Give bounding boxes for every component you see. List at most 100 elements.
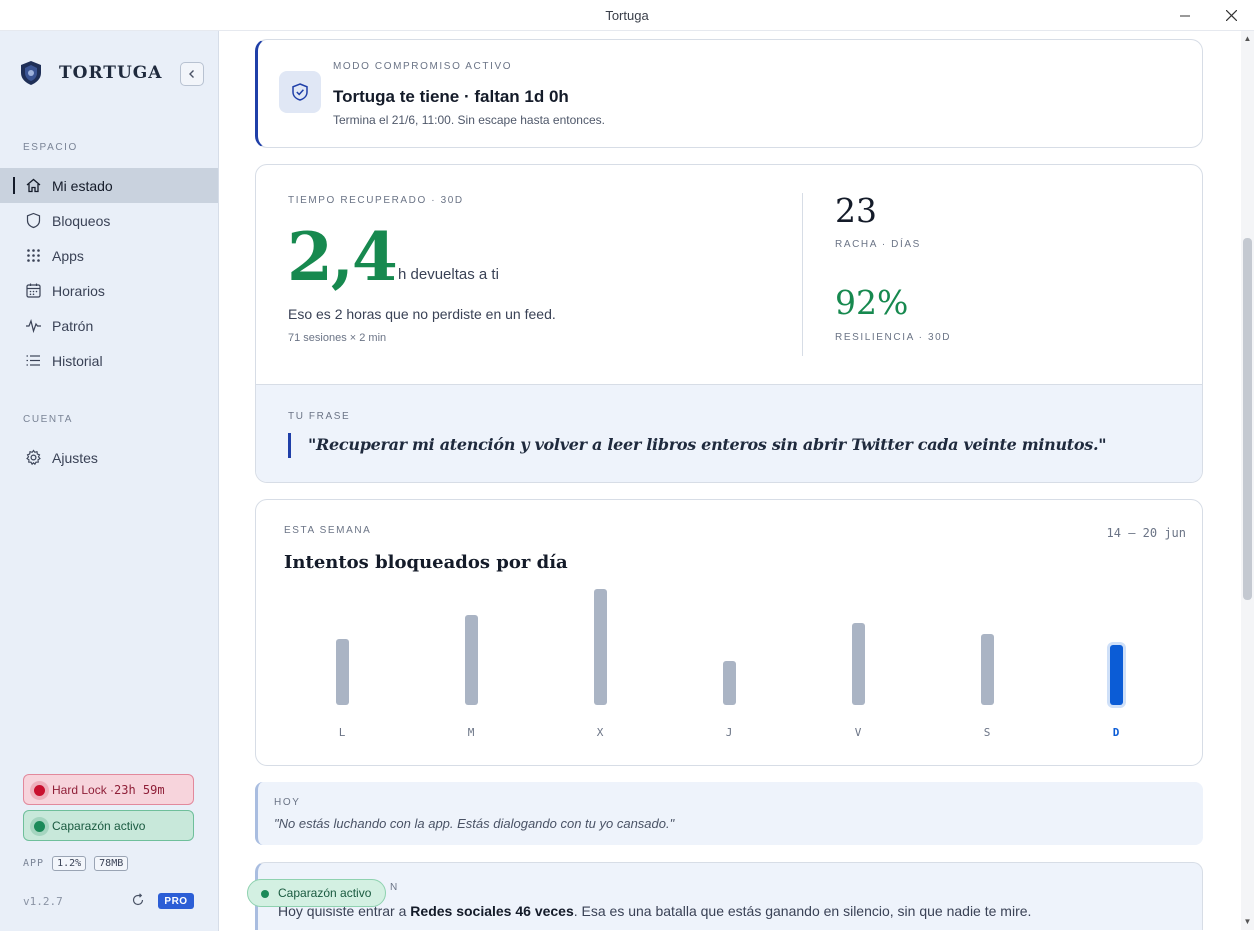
chart-bar-d[interactable]: [1109, 645, 1123, 705]
sidebar-item-mi-estado[interactable]: Mi estado: [0, 168, 218, 203]
lock-status-dot-icon: [34, 785, 45, 796]
commitment-title: Tortuga te tiene · faltan 1d 0h: [333, 87, 569, 106]
close-icon[interactable]: [1208, 0, 1254, 31]
today-card: HOY "No estás luchando con la app. Estás…: [255, 782, 1203, 845]
insight-eyebrow: N: [390, 882, 399, 893]
gear-icon: [25, 449, 42, 466]
minimize-icon[interactable]: [1162, 0, 1208, 31]
sessions-detail: 71 sesiones × 2 min: [288, 332, 387, 344]
shield-check-icon: [279, 71, 321, 113]
recovered-description: Eso es 2 horas que no perdiste en un fee…: [288, 306, 556, 322]
chart-tick-label: D: [1112, 726, 1120, 739]
app-label: APP: [23, 858, 45, 869]
sidebar-item-historial[interactable]: Historial: [0, 343, 218, 378]
streak-label: RACHA · DÍAS: [835, 239, 921, 250]
chart-bar-j[interactable]: [722, 661, 736, 705]
week-range: 14 — 20 jun: [1106, 526, 1186, 540]
chart-tick-label: J: [725, 726, 733, 739]
chart-bar-l[interactable]: [335, 639, 349, 705]
scrollbar[interactable]: ▲ ▼: [1241, 31, 1254, 930]
resilience-label: RESILIENCIA · 30D: [835, 332, 952, 343]
blocked-attempts-chart: LMXJVSD: [256, 580, 1202, 765]
divider: [802, 193, 803, 356]
recovered-unit: h devueltas a ti: [398, 266, 499, 283]
tortuga-logo-icon: [21, 61, 41, 85]
sidebar-item-ajustes[interactable]: Ajustes: [0, 440, 218, 475]
sidebar-item-label: Apps: [52, 247, 84, 264]
scroll-up-icon[interactable]: ▲: [1241, 33, 1254, 45]
hard-lock-label: Hard Lock ·: [52, 782, 115, 797]
home-icon: [25, 177, 42, 194]
phrase-section: TU FRASE "Recuperar mi atención y volver…: [256, 384, 1202, 482]
hard-lock-badge[interactable]: Hard Lock · 23h 59m: [23, 774, 194, 805]
insight-card: N Hoy quisiste entrar a Redes sociales 4…: [255, 862, 1203, 930]
toast-label: Caparazón activo: [278, 886, 372, 900]
section-label-account: CUENTA: [23, 414, 73, 425]
toast-status-dot-icon: [261, 890, 269, 898]
sidebar-item-bloqueos[interactable]: Bloqueos: [0, 203, 218, 238]
insight-text: Hoy quisiste entrar a Redes sociales 46 …: [278, 903, 1031, 919]
insight-text-highlight: Redes sociales 46 veces: [410, 903, 574, 919]
app-stats: APP 1.2% 78MB: [23, 856, 129, 871]
phrase-label: TU FRASE: [288, 411, 351, 422]
chart-tick-label: L: [338, 726, 346, 739]
chevron-left-icon: [189, 70, 194, 78]
sidebar-item-label: Horarios: [52, 282, 105, 299]
list-icon: [25, 352, 42, 369]
today-eyebrow: HOY: [274, 797, 301, 808]
streak-value: 23: [835, 191, 877, 230]
cpu-usage: 1.2%: [52, 856, 87, 871]
sidebar-item-horarios[interactable]: Horarios: [0, 273, 218, 308]
sidebar: TORTUGA ESPACIO Mi estado Bloqueos Apps …: [0, 31, 219, 931]
recovered-time-eyebrow: TIEMPO RECUPERADO · 30D: [288, 195, 464, 206]
sidebar-item-patron[interactable]: Patrón: [0, 308, 218, 343]
chart-tick-label: S: [983, 726, 991, 739]
chart-bar-s[interactable]: [980, 634, 994, 705]
shield-icon: [25, 212, 42, 229]
pro-badge[interactable]: PRO: [158, 893, 194, 909]
window-title: Tortuga: [605, 8, 649, 23]
commitment-subtitle: Termina el 21/6, 11:00. Sin escape hasta…: [333, 113, 605, 127]
shell-active-toast[interactable]: Caparazón activo: [247, 879, 387, 907]
today-quote: "No estás luchando con la app. Estás dia…: [274, 816, 675, 831]
sidebar-item-label: Patrón: [52, 317, 94, 334]
insight-text-end: . Esa es una batalla que estás ganando e…: [573, 903, 1032, 919]
sidebar-item-apps[interactable]: Apps: [0, 238, 218, 273]
chart-bar-x[interactable]: [593, 589, 607, 705]
grid-icon: [25, 247, 42, 264]
sidebar-item-label: Ajustes: [52, 449, 98, 466]
quote-accent-bar: [288, 433, 291, 458]
collapse-sidebar-button[interactable]: [180, 62, 204, 86]
commitment-eyebrow: MODO COMPROMISO ACTIVO: [333, 61, 513, 72]
sidebar-item-label: Mi estado: [52, 177, 113, 194]
sidebar-item-label: Bloqueos: [52, 212, 111, 229]
chart-title: Intentos bloqueados por día: [284, 552, 568, 573]
scroll-down-icon[interactable]: ▼: [1241, 916, 1254, 928]
pulse-icon: [25, 317, 42, 334]
commitment-card: MODO COMPROMISO ACTIVO Tortuga te tiene …: [255, 39, 1203, 148]
app-version: v1.2.7: [23, 895, 63, 908]
chart-bar-m[interactable]: [464, 615, 478, 705]
sidebar-item-label: Historial: [52, 352, 103, 369]
scroll-thumb[interactable]: [1243, 238, 1252, 600]
calendar-icon: [25, 282, 42, 299]
resilience-value: 92%: [835, 283, 909, 322]
stats-card: TIEMPO RECUPERADO · 30D 2,4 h devueltas …: [255, 164, 1203, 483]
refresh-icon[interactable]: [131, 893, 145, 910]
recovered-hours: 2,4: [287, 218, 398, 296]
chart-bar-v[interactable]: [851, 623, 865, 705]
main-content: MODO COMPROMISO ACTIVO Tortuga te tiene …: [219, 31, 1241, 930]
brand-name: TORTUGA: [59, 63, 163, 83]
shell-status-dot-icon: [34, 821, 45, 832]
brand[interactable]: TORTUGA: [17, 59, 162, 87]
hard-lock-time: 23h 59m: [114, 782, 165, 797]
weekly-chart-card: ESTA SEMANA 14 — 20 jun Intentos bloquea…: [255, 499, 1203, 766]
phrase-text: "Recuperar mi atención y volver a leer l…: [308, 435, 1107, 454]
shell-status-badge[interactable]: Caparazón activo: [23, 810, 194, 841]
title-bar: Tortuga: [0, 0, 1254, 31]
week-eyebrow: ESTA SEMANA: [284, 525, 372, 536]
chart-tick-label: M: [467, 726, 475, 739]
shell-status-label: Caparazón activo: [52, 818, 146, 833]
memory-usage: 78MB: [94, 856, 129, 871]
section-label-space: ESPACIO: [23, 142, 78, 153]
